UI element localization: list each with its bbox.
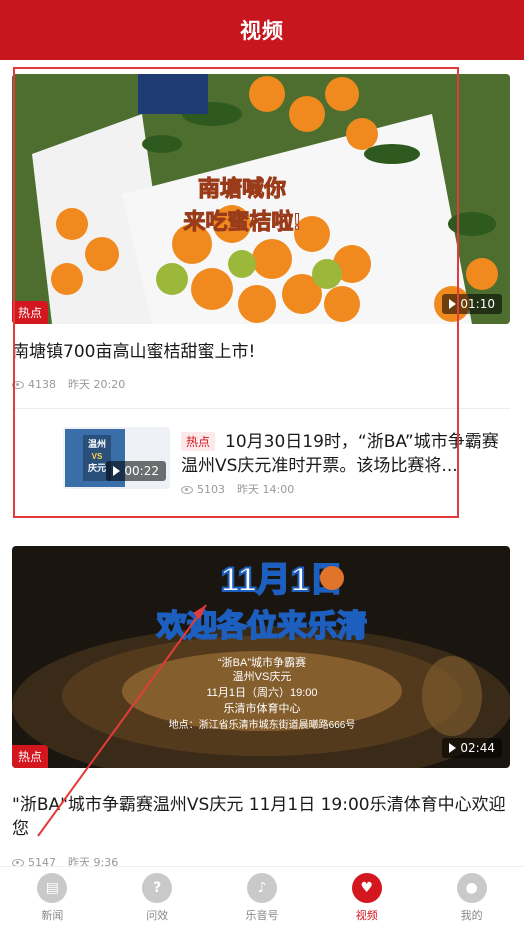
svg-text:“浙BA”城市争霸赛: “浙BA”城市争霸赛 bbox=[218, 655, 306, 669]
svg-text:VS: VS bbox=[92, 452, 103, 461]
tab-news[interactable]: ▤ 新闻 bbox=[0, 867, 105, 925]
video-duration: 01:10 bbox=[442, 294, 502, 314]
svg-text:地点：浙江省乐清市城东街道晨曦路666号: 地点：浙江省乐清市城东街道晨曦路666号 bbox=[169, 718, 356, 731]
tab-wenxiao[interactable]: ? 问效 bbox=[105, 867, 210, 925]
tab-leyinhao[interactable]: ♪ 乐音号 bbox=[210, 867, 315, 925]
divider bbox=[12, 408, 510, 409]
svg-text:庆元: 庆元 bbox=[87, 462, 106, 473]
svg-text:南塘喊你: 南塘喊你 bbox=[198, 176, 286, 201]
svg-text:温州: 温州 bbox=[88, 438, 106, 449]
video-meta: 4138 昨天 20:20 bbox=[12, 376, 125, 392]
question-icon: ? bbox=[142, 873, 173, 903]
leyin-icon: ♪ bbox=[246, 873, 277, 903]
hot-tag: 热点 bbox=[12, 745, 49, 768]
svg-text:欢迎各位来乐清: 欢迎各位来乐清 bbox=[156, 609, 367, 643]
views-icon bbox=[181, 485, 193, 494]
page-title: 视频 bbox=[240, 19, 284, 43]
oranges-image: 南塘喊你 来吃蜜桔啦! bbox=[12, 74, 510, 324]
play-icon bbox=[449, 299, 457, 309]
hot-tag: 热点 bbox=[12, 301, 49, 324]
views-icon bbox=[12, 380, 24, 389]
play-icon bbox=[449, 743, 457, 753]
profile-icon: ● bbox=[456, 873, 487, 903]
video-duration: 02:44 bbox=[442, 738, 502, 758]
svg-text:11月1日（周六）19:00: 11月1日（周六）19:00 bbox=[206, 686, 317, 699]
tab-video[interactable]: ♥ 视频 bbox=[314, 867, 419, 925]
svg-text:温州VS庆元: 温州VS庆元 bbox=[233, 669, 292, 683]
video-heart-icon: ♥ bbox=[351, 873, 382, 903]
video-thumbnail-basketball[interactable]: 温州 VS 庆元 00:22 bbox=[63, 427, 170, 489]
app-header: 视频 bbox=[0, 0, 524, 60]
svg-text:来吃蜜桔啦!: 来吃蜜桔啦! bbox=[182, 209, 300, 234]
video-meta: 5103 昨天 14:00 bbox=[181, 481, 294, 497]
video-duration: 00:22 bbox=[106, 461, 166, 481]
bottom-tab-bar: ▤ 新闻 ? 问效 ♪ 乐音号 ♥ 视频 ● 我的 bbox=[0, 866, 524, 925]
stadium-image: 11月1日 欢迎各位来乐清 “浙BA”城市争霸赛 温州VS庆元 11月1日（周六… bbox=[12, 546, 510, 768]
svg-text:乐清市体育中心: 乐清市体育中心 bbox=[224, 701, 301, 715]
news-icon: ▤ bbox=[37, 873, 68, 903]
video-title[interactable]: 南塘镇700亩高山蜜桔甜蜜上市! bbox=[12, 340, 510, 364]
video-thumbnail-stadium[interactable]: 11月1日 欢迎各位来乐清 “浙BA”城市争霸赛 温州VS庆元 11月1日（周六… bbox=[12, 546, 510, 768]
tab-profile[interactable]: ● 我的 bbox=[419, 867, 524, 925]
video-thumbnail-oranges[interactable]: 南塘喊你 来吃蜜桔啦! 热点 01:10 bbox=[12, 74, 510, 324]
video-title[interactable]: 10月30日19时，“浙BA”城市争霸赛温州VS庆元准时开票。该场比赛将... bbox=[181, 430, 506, 478]
video-title[interactable]: "浙BA"城市争霸赛温州VS庆元 11月1日 19:00乐清体育中心欢迎您 bbox=[12, 793, 510, 841]
play-icon bbox=[113, 466, 121, 476]
